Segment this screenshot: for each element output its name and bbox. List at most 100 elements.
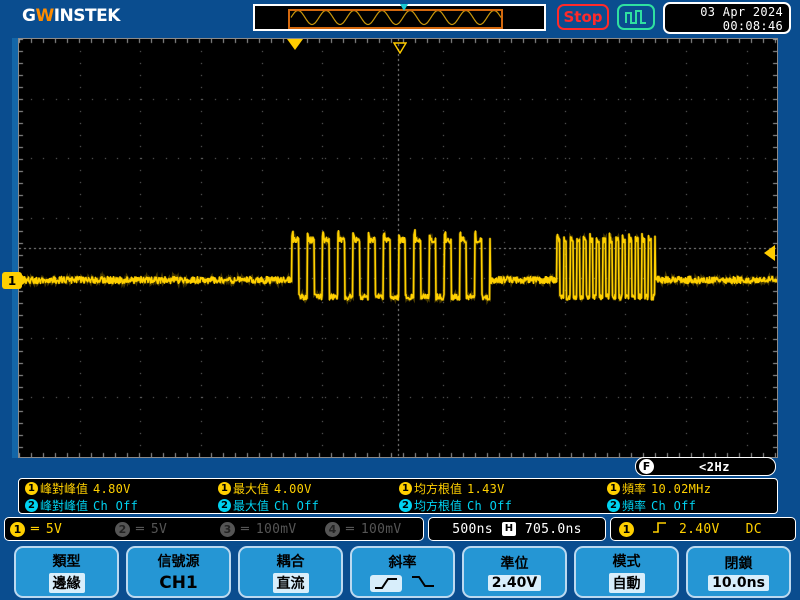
- soft-key-menu: 類型 邊緣 信號源 CH1 耦合 直流 斜率 準位 2.40V 模式 自動 閉鎖…: [0, 544, 800, 600]
- trigger-settings-box[interactable]: 1 2.40V DC: [610, 517, 796, 541]
- trigger-position-marker[interactable]: [287, 39, 303, 50]
- softkey-value: 10.0ns: [708, 575, 769, 591]
- channel1-ground-marker[interactable]: 1: [2, 272, 22, 289]
- softkey-level[interactable]: 準位 2.40V: [462, 546, 567, 598]
- softkey-value: 邊緣: [49, 573, 85, 593]
- channel-badge-3: 3: [220, 522, 235, 537]
- settings-status-bar: 1 ═ 5V 2 ═ 5V 3 ═ 100mV 4 ═ 100mV 500ns: [0, 516, 800, 542]
- channel-badge-1: 1: [607, 482, 620, 495]
- channel-badge-1: 1: [25, 482, 38, 495]
- pulse-trigger-icon[interactable]: [617, 4, 655, 30]
- brand-logo: GWINSTEK: [22, 6, 120, 26]
- horizontal-position-icon: H: [502, 522, 516, 536]
- channel-scale-2: 5V: [151, 522, 167, 537]
- dc-coupling-icon: ═: [346, 522, 353, 537]
- date-text: 03 Apr 2024: [665, 5, 783, 19]
- measurement-item[interactable]: 1 最大值 4.00V: [218, 480, 413, 497]
- oscilloscope-screen: GWINSTEK Stop 03 Apr 2024 00:08:46 1 F <…: [0, 0, 800, 600]
- run-stop-button[interactable]: Stop: [557, 4, 609, 30]
- slope-options[interactable]: [370, 574, 436, 593]
- measurement-column-1[interactable]: 1 峰對峰值 4.80V 2 峰對峰值 Ch Off: [25, 480, 220, 514]
- softkey-title: 模式: [613, 551, 641, 571]
- softkey-title: 斜率: [389, 552, 417, 572]
- channel-scale-4: 100mV: [361, 522, 402, 537]
- softkey-title: 準位: [501, 553, 529, 573]
- softkey-holdoff[interactable]: 閉鎖 10.0ns: [686, 546, 791, 598]
- measurement-value: Ch Off: [274, 499, 319, 513]
- measurement-panel[interactable]: 1 峰對峰值 4.80V 2 峰對峰值 Ch Off 1 最大值 4.00V 2…: [18, 478, 778, 514]
- measurement-column-2[interactable]: 1 最大值 4.00V 2 最大值 Ch Off: [218, 480, 413, 514]
- softkey-value: 直流: [273, 573, 309, 593]
- dc-coupling-icon: ═: [241, 522, 248, 537]
- measurement-value: 4.00V: [274, 482, 312, 496]
- falling-edge-icon[interactable]: [410, 574, 436, 593]
- softkey-title: 閉鎖: [725, 553, 753, 573]
- waveform-display-area[interactable]: [18, 38, 778, 458]
- softkey-type[interactable]: 類型 邊緣: [14, 546, 119, 598]
- channel-badge-2: 2: [218, 499, 231, 512]
- channel-badge-1: 1: [399, 482, 412, 495]
- channel-badge-1: 1: [10, 522, 25, 537]
- measurement-item[interactable]: 1 峰對峰值 4.80V: [25, 480, 220, 497]
- channel-setting-2[interactable]: 2 ═ 5V: [110, 522, 215, 537]
- softkey-title: 類型: [53, 551, 81, 571]
- channel-setting-4[interactable]: 4 ═ 100mV: [320, 522, 420, 537]
- trigger-coupling: DC: [746, 522, 762, 537]
- overview-zoom-region: [288, 9, 503, 29]
- measurement-value: Ch Off: [467, 499, 512, 513]
- rising-edge-icon[interactable]: [370, 575, 402, 592]
- expansion-point-marker: [393, 39, 407, 51]
- channel-setting-1[interactable]: 1 ═ 5V: [5, 522, 110, 537]
- measurement-value: 1.43V: [467, 482, 505, 496]
- measurement-label: 峰對峰值: [40, 480, 88, 497]
- softkey-mode[interactable]: 模式 自動: [574, 546, 679, 598]
- waveform-overview-window[interactable]: [253, 4, 546, 31]
- timebase-position: 705.0ns: [525, 522, 582, 537]
- softkey-coupling[interactable]: 耦合 直流: [238, 546, 343, 598]
- measurement-label: 頻率: [622, 497, 646, 514]
- measurement-label: 頻率: [622, 480, 646, 497]
- measurement-value: Ch Off: [93, 499, 138, 513]
- softkey-title: 信號源: [158, 551, 200, 571]
- measurement-item[interactable]: 2 最大值 Ch Off: [218, 497, 413, 514]
- channel1-waveform-trace: [19, 39, 777, 457]
- measurement-column-4[interactable]: 1 頻率 10.02MHz 2 頻率 Ch Off: [607, 480, 800, 514]
- measurement-column-3[interactable]: 1 均方根值 1.43V 2 均方根值 Ch Off: [399, 480, 594, 514]
- measurement-item[interactable]: 2 均方根值 Ch Off: [399, 497, 594, 514]
- overview-trigger-marker: [400, 4, 408, 11]
- channel-scale-1: 5V: [46, 522, 62, 537]
- measurement-label: 均方根值: [414, 480, 462, 497]
- channel-badge-2: 2: [607, 499, 620, 512]
- time-text: 00:08:46: [665, 19, 783, 33]
- frequency-counter-value: <2Hz: [654, 460, 775, 474]
- softkey-value: 自動: [609, 573, 645, 593]
- trigger-level-marker[interactable]: [764, 245, 775, 261]
- measurement-item[interactable]: 1 頻率 10.02MHz: [607, 480, 800, 497]
- measurement-label: 峰對峰值: [40, 497, 88, 514]
- channel-settings-box[interactable]: 1 ═ 5V 2 ═ 5V 3 ═ 100mV 4 ═ 100mV: [4, 517, 424, 541]
- frequency-counter-icon: F: [639, 459, 654, 474]
- channel-badge-2: 2: [115, 522, 130, 537]
- trigger-level-value: 2.40V: [679, 522, 720, 537]
- measurement-label: 最大值: [233, 480, 269, 497]
- channel-badge-1: 1: [218, 482, 231, 495]
- softkey-slope[interactable]: 斜率: [350, 546, 455, 598]
- measurement-item[interactable]: 1 均方根值 1.43V: [399, 480, 594, 497]
- frequency-counter-badge: F <2Hz: [635, 457, 776, 476]
- channel-setting-3[interactable]: 3 ═ 100mV: [215, 522, 320, 537]
- measurement-item[interactable]: 2 頻率 Ch Off: [607, 497, 800, 514]
- top-status-bar: GWINSTEK Stop 03 Apr 2024 00:08:46: [0, 0, 800, 34]
- timebase-scale: 500ns: [452, 522, 493, 537]
- softkey-source[interactable]: 信號源 CH1: [126, 546, 231, 598]
- measurement-value: Ch Off: [651, 499, 696, 513]
- rising-edge-icon: [652, 520, 667, 539]
- trigger-source-badge: 1: [619, 522, 634, 537]
- date-time-display: 03 Apr 2024 00:08:46: [663, 2, 791, 34]
- measurement-value: 4.80V: [93, 482, 131, 496]
- channel-scale-3: 100mV: [256, 522, 297, 537]
- measurement-item[interactable]: 2 峰對峰值 Ch Off: [25, 497, 220, 514]
- measurement-label: 最大值: [233, 497, 269, 514]
- timebase-box[interactable]: 500ns H 705.0ns: [428, 517, 606, 541]
- softkey-value: CH1: [155, 573, 202, 593]
- measurement-value: 10.02MHz: [651, 482, 711, 496]
